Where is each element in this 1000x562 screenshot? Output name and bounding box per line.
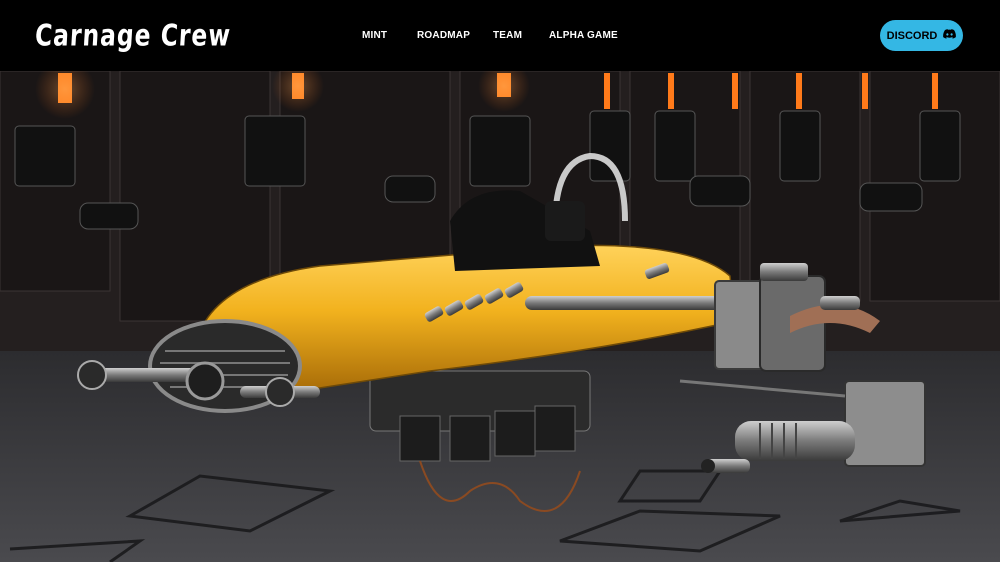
hero-banner xyxy=(0,71,1000,562)
nav-link-mint[interactable]: MINT xyxy=(362,30,387,41)
discord-button[interactable]: DISCORD xyxy=(880,20,963,51)
discord-button-label: DISCORD xyxy=(886,29,938,42)
hovercar-render xyxy=(0,71,1000,562)
nav-link-roadmap[interactable]: ROADMAP xyxy=(417,30,470,41)
nav-link-alpha-game[interactable]: ALPHA GAME xyxy=(549,30,618,41)
top-navbar: Carnage Crew MINT ROADMAP TEAM ALPHA GAM… xyxy=(0,0,1000,71)
nav-link-team[interactable]: TEAM xyxy=(493,30,522,41)
discord-icon xyxy=(943,29,957,42)
site-logo[interactable]: Carnage Crew xyxy=(34,19,232,57)
